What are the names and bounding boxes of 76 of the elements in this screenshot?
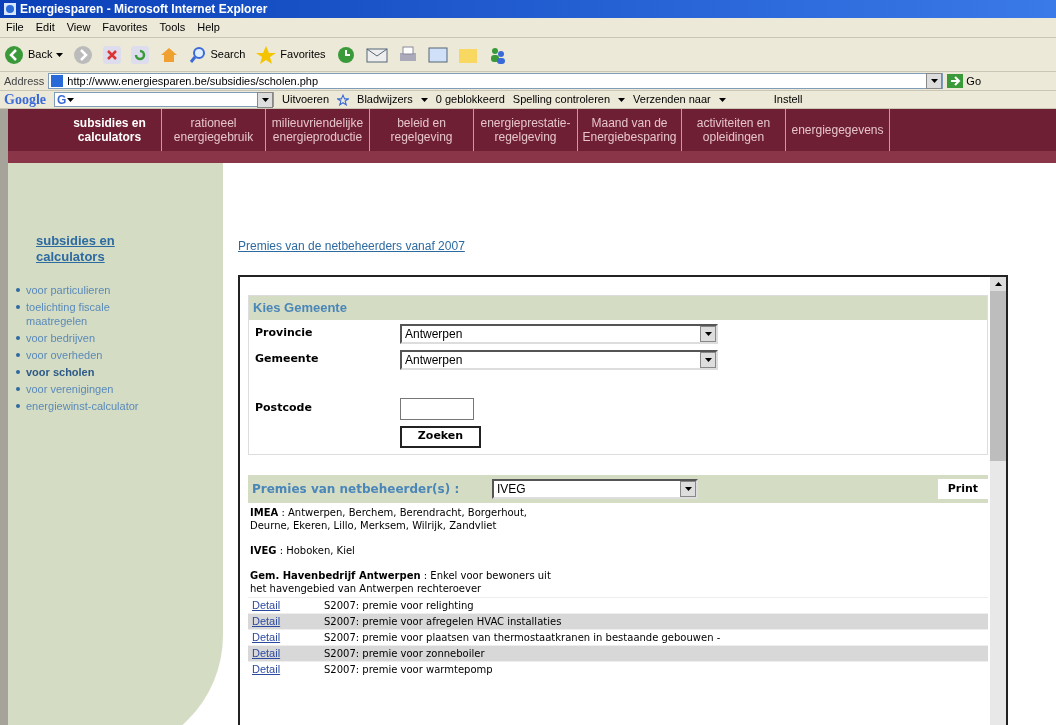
search-button[interactable]: Search — [189, 45, 246, 64]
menu-item[interactable]: Help — [197, 19, 220, 36]
stop-icon[interactable] — [103, 45, 122, 64]
netbeheerder-info: Gem. Havenbedrijf Antwerpen : Enkel voor bewoners uit — [250, 569, 552, 582]
menu-item[interactable]: File — [6, 19, 24, 36]
section-header: Kies Gemeente — [249, 296, 987, 320]
menu-item[interactable]: Favorites — [102, 19, 148, 36]
detail-link[interactable]: Detail — [248, 597, 324, 614]
scrollbar[interactable] — [990, 277, 1006, 725]
bullet-icon — [16, 353, 20, 357]
caret-icon[interactable] — [56, 52, 64, 57]
go-arrow-icon — [947, 74, 964, 88]
refresh-icon[interactable] — [131, 45, 150, 64]
detail-link[interactable]: Detail — [248, 661, 324, 678]
window-title: Energiesparen - Microsoft Internet Explorer — [20, 1, 268, 18]
popup-blocker-button[interactable]: 0 geblokkeerd — [435, 91, 505, 108]
star-icon — [255, 44, 278, 65]
menu-item[interactable]: Edit — [35, 19, 55, 36]
bullet-icon — [16, 305, 20, 309]
mail-icon[interactable] — [365, 45, 388, 64]
search-button[interactable]: Zoeken — [400, 425, 481, 448]
back-button[interactable]: Back — [4, 44, 64, 65]
premie-text: S2007: premie voor plaatsen van thermostaatkranen in bestaande gebouwen - — [324, 631, 721, 645]
netbeheerder-info: Deurne, Ekeren, Lillo, Merksem, Wilrijk, Zandvliet — [250, 519, 498, 532]
page-icon — [51, 75, 64, 87]
print-icon[interactable] — [397, 45, 418, 64]
caret-icon[interactable] — [718, 97, 726, 102]
menu-item[interactable]: View — [66, 19, 91, 36]
sidebar-title[interactable]: subsidies en calculators — [36, 233, 146, 265]
bookmarks-button[interactable]: Bladwijzers — [357, 91, 413, 108]
history-icon[interactable] — [335, 44, 356, 65]
field-label: Gemeente — [255, 351, 320, 368]
netbeheerder-dropdown[interactable]: IVEG — [492, 478, 698, 499]
bullet-icon — [16, 336, 20, 340]
netbeheerder-info: het havengebied van Antwerpen rechteroever — [250, 582, 483, 595]
favorites-button[interactable]: Favorites — [255, 44, 326, 65]
bullet-icon — [16, 404, 20, 408]
scroll-up-icon[interactable] — [990, 277, 1006, 291]
bullet-icon — [16, 288, 20, 292]
menu-item[interactable]: Tools — [159, 19, 186, 36]
sidebar-link[interactable]: voor scholen — [26, 365, 146, 379]
search-icon — [189, 45, 208, 64]
premie-text: S2007: premie voor zonneboiler — [324, 647, 485, 661]
print-button[interactable]: Print — [937, 478, 988, 499]
premie-text: S2007: premie voor warmtepomp — [324, 663, 493, 677]
bullet-icon — [16, 387, 20, 391]
provincie-dropdown[interactable]: Antwerpen — [400, 323, 718, 344]
premie-text: S2007: premie voor afregelen HVAC installaties — [324, 615, 562, 629]
detail-link[interactable]: Detail — [248, 613, 324, 630]
detail-link[interactable]: Detail — [248, 629, 324, 646]
premie-text: S2007: premie voor relighting — [324, 599, 474, 613]
run-button[interactable]: Uitvoeren — [282, 91, 330, 108]
caret-icon[interactable] — [67, 97, 75, 102]
spellcheck-button[interactable]: Spelling controleren — [512, 91, 611, 108]
address-label: Address — [4, 73, 45, 89]
star-icon[interactable] — [337, 93, 350, 106]
go-button[interactable]: Go — [947, 72, 982, 90]
postcode-field[interactable] — [400, 397, 474, 420]
browser-icon — [4, 3, 16, 15]
settings-button[interactable]: Instell — [773, 91, 803, 108]
google-search-field[interactable]: G — [54, 92, 274, 107]
section-header: Premies van netbeheerder(s) : — [252, 480, 461, 498]
bullet-icon — [16, 370, 20, 374]
field-label: Provincie — [255, 325, 314, 342]
google-logo: Google — [4, 91, 46, 109]
send-button[interactable]: Verzenden naar — [633, 91, 711, 108]
address-field[interactable]: http://www.energiesparen.be/subsidies/scholen.php — [48, 73, 944, 89]
netbeheerder-info: IVEG : Hoboken, Kiel — [250, 544, 356, 557]
caret-icon[interactable] — [420, 97, 428, 102]
premies-link[interactable]: Premies van de netbeheerders vanaf 2007 — [238, 237, 465, 255]
netbeheerder-info: IMEA : Antwerpen, Berchem, Berendracht, Borgerhout, — [250, 506, 529, 519]
field-label: Postcode — [255, 400, 313, 417]
caret-icon[interactable] — [618, 97, 626, 102]
gemeente-dropdown[interactable]: Antwerpen — [400, 349, 718, 370]
detail-link[interactable]: Detail — [248, 645, 324, 662]
google-g-logo: G — [57, 91, 67, 109]
